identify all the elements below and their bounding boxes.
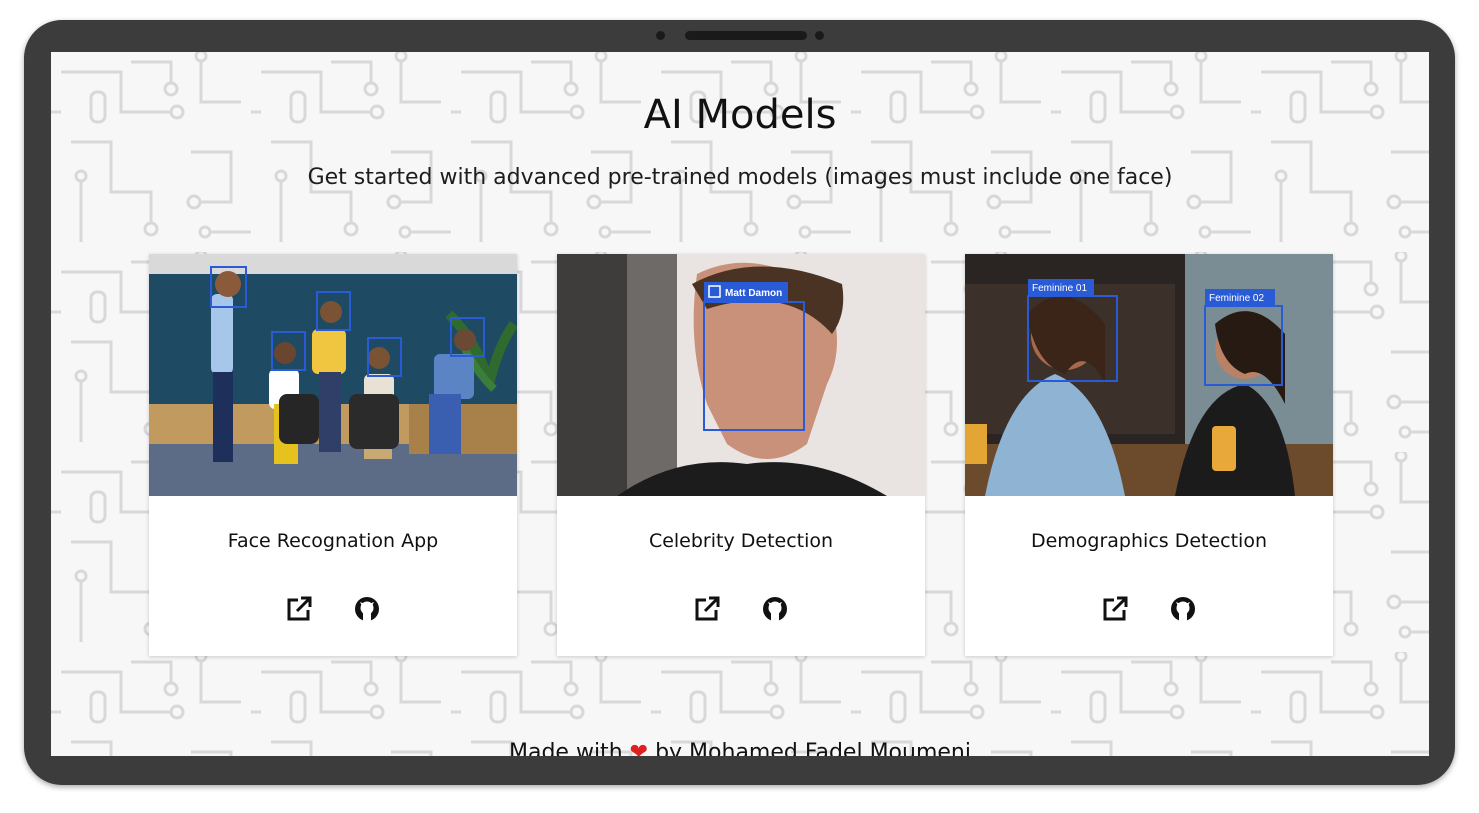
footer-credit: Made with ❤ by Mohamed Fadel Moumeni <box>51 740 1429 756</box>
screen: AI Models Get started with advanced pre-… <box>51 52 1429 756</box>
github-icon[interactable] <box>1168 594 1198 624</box>
demographics-face-label-1: Feminine 01 <box>1032 283 1087 294</box>
github-icon[interactable] <box>760 594 790 624</box>
external-link-icon[interactable] <box>1100 594 1130 624</box>
celebrity-detection-preview-image: Matt Damon <box>557 254 925 496</box>
sensor-dot <box>815 31 824 40</box>
demographics-detection-preview-image: Feminine 01 Feminine 02 <box>965 254 1333 496</box>
footer-prefix: Made with <box>509 740 623 756</box>
device-frame: AI Models Get started with advanced pre-… <box>24 20 1455 785</box>
card-actions <box>557 594 925 624</box>
page-subtitle: Get started with advanced pre-trained mo… <box>307 165 1173 190</box>
demographics-face-label-2: Feminine 02 <box>1209 293 1264 304</box>
card-title: Face Recognation App <box>227 530 439 552</box>
card-actions <box>965 594 1333 624</box>
card-title: Demographics Detection <box>1030 530 1268 552</box>
external-link-icon[interactable] <box>284 594 314 624</box>
celebrity-face-label: Matt Damon <box>725 288 782 299</box>
model-card-face-recognition: Face Recognation App <box>149 254 517 656</box>
speaker-slot <box>685 31 807 40</box>
card-actions <box>149 594 517 624</box>
page-title: AI Models <box>643 92 837 138</box>
heart-icon: ❤ <box>629 740 649 756</box>
camera-dot <box>656 31 665 40</box>
card-title: Celebrity Detection <box>648 530 834 552</box>
model-card-celebrity-detection: Matt Damon Celebrity Detection <box>557 254 925 656</box>
face-recognition-preview-image <box>149 254 517 496</box>
footer-suffix: by Mohamed Fadel Moumeni <box>655 740 971 756</box>
external-link-icon[interactable] <box>692 594 722 624</box>
github-icon[interactable] <box>352 594 382 624</box>
model-card-demographics-detection: Feminine 01 Feminine 02 Demographics Det… <box>965 254 1333 656</box>
